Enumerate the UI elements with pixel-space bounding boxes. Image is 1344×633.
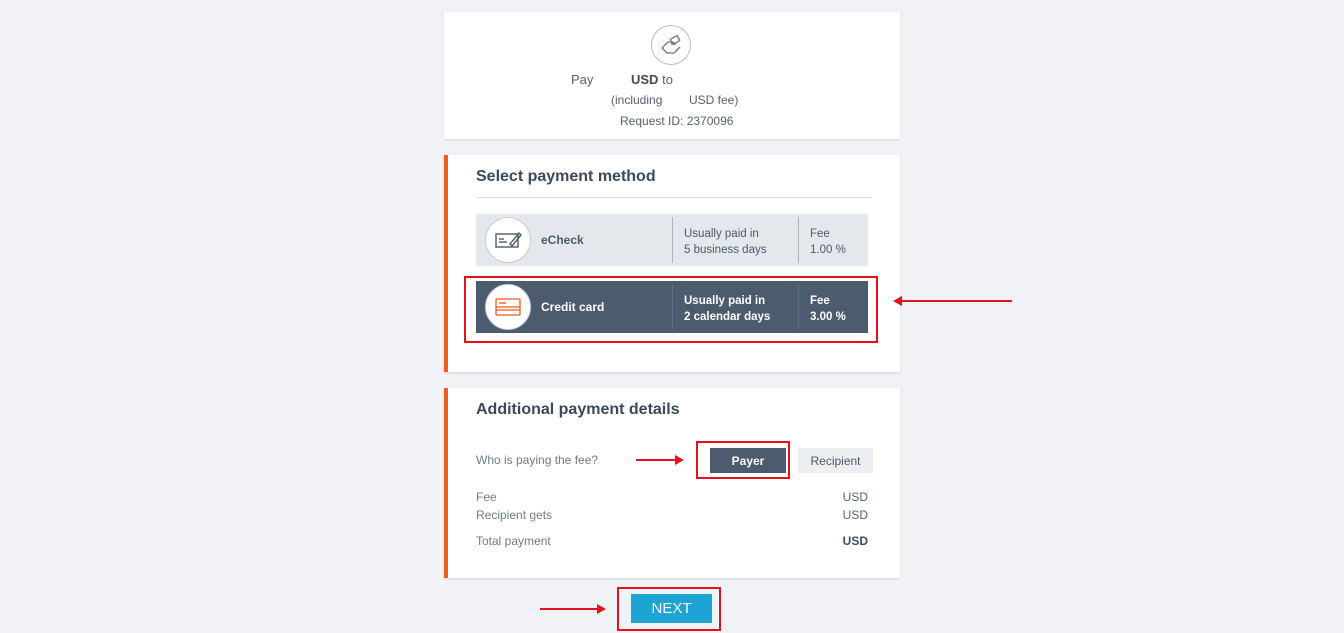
recipient-gets-value: USD: [842, 508, 868, 522]
request-id: Request ID: 2370096: [620, 114, 734, 128]
who-pays-label: Who is paying the fee?: [476, 453, 599, 467]
annotation-box-next: [617, 587, 721, 631]
divider: [798, 217, 799, 263]
fee-currency-text: USD fee): [689, 93, 739, 107]
payment-details-section: Additional payment details Who is paying…: [444, 388, 900, 578]
annotation-arrow-next: [540, 604, 606, 614]
total-payment-value: USD: [842, 534, 868, 548]
pay-word: Pay: [571, 72, 594, 87]
divider: [476, 197, 872, 198]
annotation-arrow-credit-card: [893, 296, 1012, 306]
method-timing: Usually paid in 5 business days: [684, 228, 767, 256]
method-fee: Fee 1.00 %: [810, 228, 846, 256]
divider: [672, 217, 673, 263]
check-icon: [485, 217, 531, 263]
recipient-button[interactable]: Recipient: [798, 448, 873, 473]
method-name: eCheck: [541, 233, 584, 247]
annotation-box-payer: [696, 441, 790, 479]
recipient-gets-label: Recipient gets: [476, 508, 553, 522]
pay-currency: USD to: [631, 72, 673, 87]
total-payment-label: Total payment: [476, 534, 551, 548]
section-title: Additional payment details: [476, 401, 680, 418]
section-title: Select payment method: [476, 168, 656, 185]
fee-value: USD: [842, 490, 868, 504]
annotation-arrow-payer: [636, 455, 684, 465]
payment-summary-card: Pay USD to (including USD fee) Request I…: [444, 12, 900, 139]
hand-payment-icon: [651, 25, 691, 65]
fee-label: Fee: [476, 490, 497, 504]
including-text: (including: [611, 93, 663, 107]
method-option-echeck[interactable]: eCheck Usually paid in 5 business days F…: [476, 214, 868, 266]
annotation-box-credit-card: [464, 276, 878, 343]
